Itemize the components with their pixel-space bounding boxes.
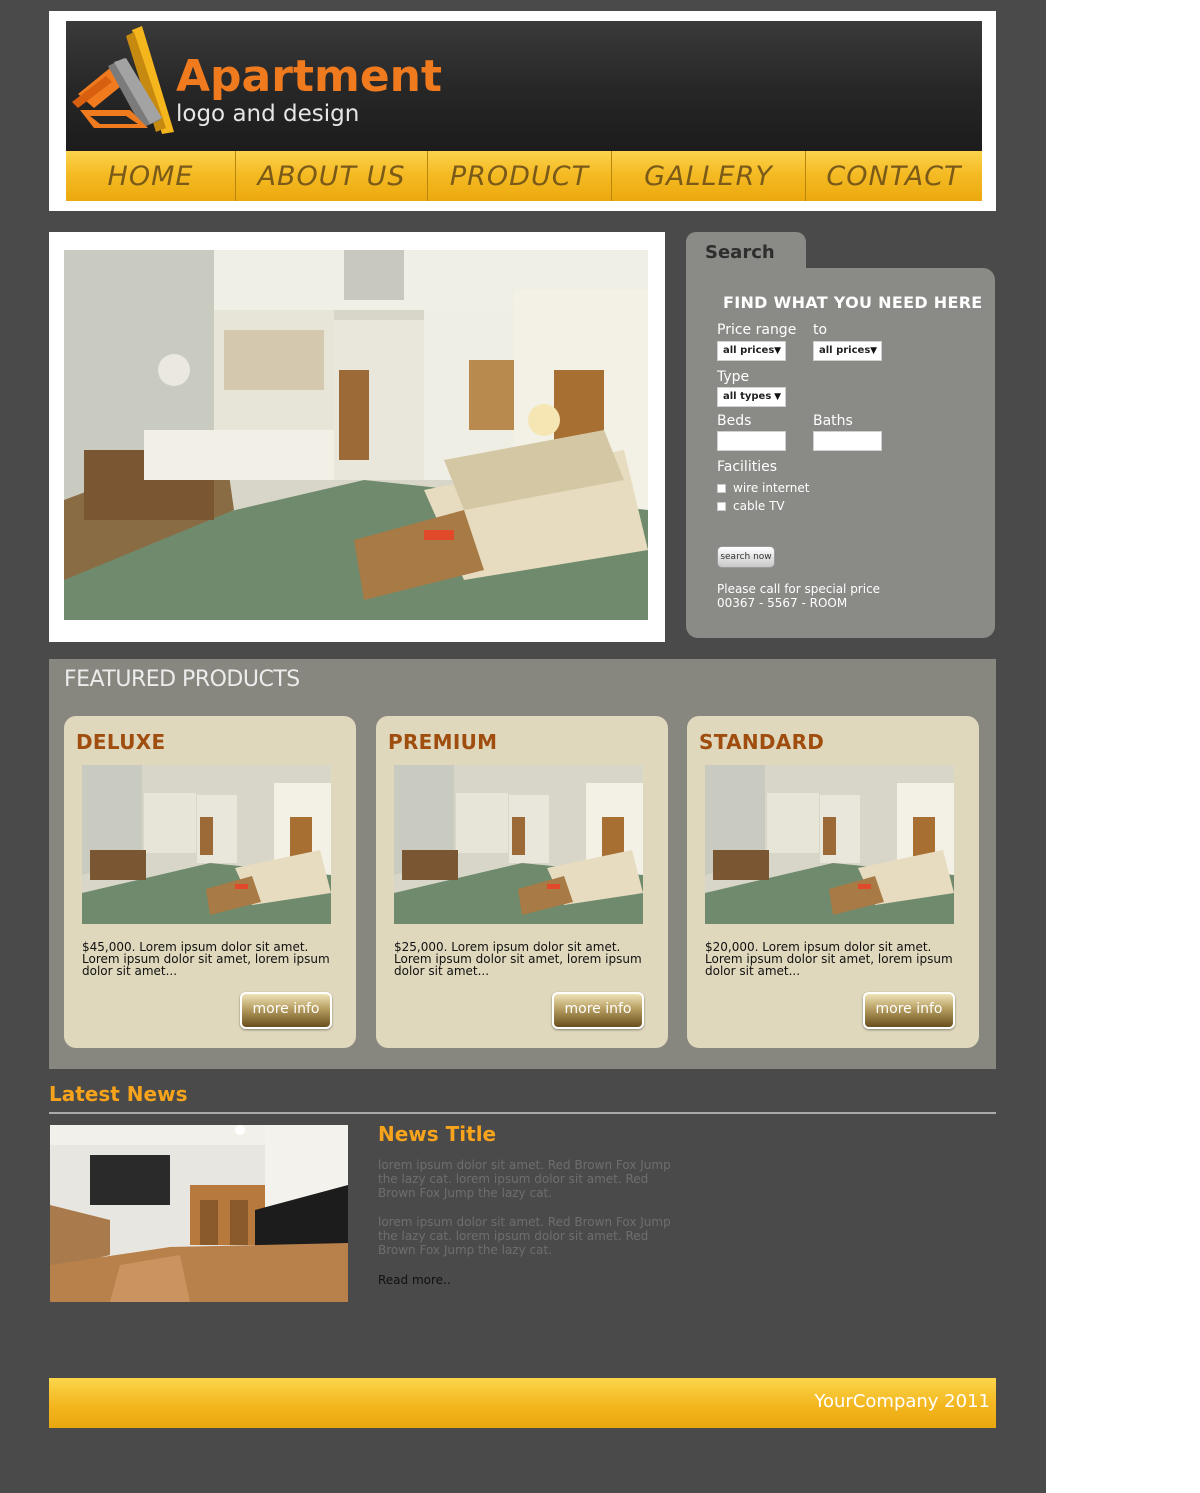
wire-internet-checkbox[interactable] [717, 484, 726, 493]
more-info-button[interactable]: more info [552, 992, 644, 1029]
nav-contact[interactable]: CONTACT [806, 151, 982, 201]
header-banner: Apartment logo and design [66, 21, 982, 151]
featured-products: FEATURED PRODUCTS DELUXE $45,000. Lorem … [49, 659, 996, 1069]
right-blank-area [1046, 0, 1200, 1493]
page-background: Apartment logo and design HOME ABOUT US … [0, 0, 1046, 1493]
news-photo [50, 1125, 348, 1302]
search-panel: FIND WHAT YOU NEED HERE Price range to a… [686, 268, 995, 638]
wire-internet-label: wire internet [733, 481, 810, 495]
special-price-text: Please call for special price [717, 582, 881, 596]
news-divider [49, 1112, 996, 1114]
price-range-label: Price range [717, 322, 797, 338]
special-price-note: Please call for special price 00367 - 55… [717, 582, 880, 610]
product-photo [82, 765, 331, 924]
more-info-button[interactable]: more info [240, 992, 332, 1029]
nav-home[interactable]: HOME [66, 151, 236, 201]
product-description: $25,000. Lorem ipsum dolor sit amet. Lor… [394, 940, 642, 978]
product-description: $45,000. Lorem ipsum dolor sit amet. Lor… [82, 940, 330, 978]
product-card-standard: STANDARD $20,000. Lorem ipsum dolor sit … [687, 716, 979, 1048]
read-more-link[interactable]: Read more.. [378, 1273, 451, 1287]
price-to-value: all prices [819, 345, 871, 356]
beds-label: Beds [717, 413, 752, 429]
hero-frame [49, 232, 665, 642]
footer: YourCompany 2011 [49, 1378, 996, 1428]
search-tab[interactable]: Search [686, 232, 806, 272]
hero-apartment-photo [64, 250, 648, 620]
baths-label: Baths [813, 413, 853, 429]
price-from-value: all prices [723, 345, 775, 356]
news-title: News Title [378, 1122, 497, 1146]
type-value: all types [723, 391, 772, 402]
dropdown-arrow-icon: ▼ [774, 392, 781, 402]
product-title: STANDARD [699, 730, 825, 754]
type-label: Type [717, 369, 750, 385]
price-from-select[interactable]: all prices ▼ [717, 341, 786, 361]
cable-tv-label: cable TV [733, 499, 785, 513]
price-to-select[interactable]: all prices ▼ [813, 341, 882, 361]
main-nav: HOME ABOUT US PRODUCT GALLERY CONTACT [66, 151, 982, 201]
facilities-label: Facilities [717, 459, 777, 475]
product-card-premium: PREMIUM $25,000. Lorem ipsum dolor sit a… [376, 716, 668, 1048]
dropdown-arrow-icon: ▼ [774, 346, 781, 356]
dropdown-arrow-icon: ▼ [870, 346, 877, 356]
product-photo [394, 765, 643, 924]
product-description: $20,000. Lorem ipsum dolor sit amet. Lor… [705, 940, 953, 978]
type-select[interactable]: all types ▼ [717, 387, 786, 407]
search-now-button[interactable]: search now [717, 546, 775, 568]
search-panel-title: FIND WHAT YOU NEED HERE [723, 293, 983, 312]
product-title: DELUXE [76, 730, 166, 754]
nav-about-us[interactable]: ABOUT US [236, 151, 428, 201]
header: Apartment logo and design HOME ABOUT US … [49, 11, 996, 211]
product-card-deluxe: DELUXE $45,000. Lorem ipsum dolor sit am… [64, 716, 356, 1048]
logo-building-icon [72, 26, 174, 134]
baths-input[interactable] [813, 431, 882, 451]
beds-input[interactable] [717, 431, 786, 451]
product-title: PREMIUM [388, 730, 498, 754]
nav-product[interactable]: PRODUCT [428, 151, 612, 201]
logo-title: Apartment [176, 51, 443, 102]
news-paragraph-2: lorem ipsum dolor sit amet. Red Brown Fo… [378, 1215, 671, 1257]
search-tab-label: Search [705, 242, 775, 263]
nav-gallery[interactable]: GALLERY [612, 151, 806, 201]
news-paragraph-1: lorem ipsum dolor sit amet. Red Brown Fo… [378, 1158, 671, 1200]
product-photo [705, 765, 954, 924]
more-info-button[interactable]: more info [863, 992, 955, 1029]
latest-news-heading: Latest News [49, 1082, 188, 1106]
logo-subtitle: logo and design [176, 101, 360, 127]
footer-copyright: YourCompany 2011 [814, 1391, 990, 1412]
price-to-label: to [813, 322, 828, 338]
cable-tv-checkbox[interactable] [717, 502, 726, 511]
featured-products-title: FEATURED PRODUCTS [64, 667, 300, 692]
phone-number: 00367 - 5567 - ROOM [717, 596, 848, 610]
